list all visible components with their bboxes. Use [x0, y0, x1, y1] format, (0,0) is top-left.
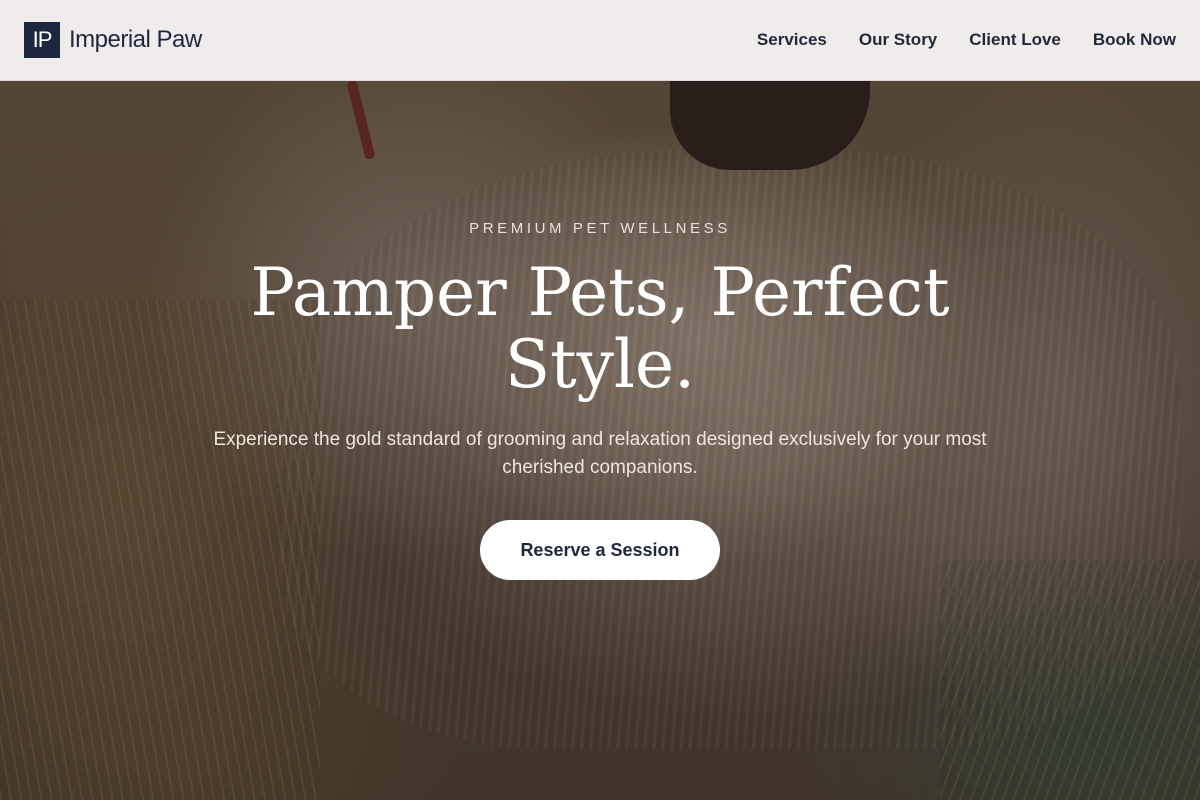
hero-subtext: Experience the gold standard of grooming… — [213, 429, 987, 478]
hero-headline: Pamper Pets, Perfect Style. — [250, 254, 950, 403]
hero-section: PREMIUM PET WELLNESS Pamper Pets, Perfec… — [0, 0, 1200, 800]
hero-eyebrow: PREMIUM PET WELLNESS — [469, 220, 731, 237]
reserve-session-button[interactable]: Reserve a Session — [480, 520, 720, 580]
